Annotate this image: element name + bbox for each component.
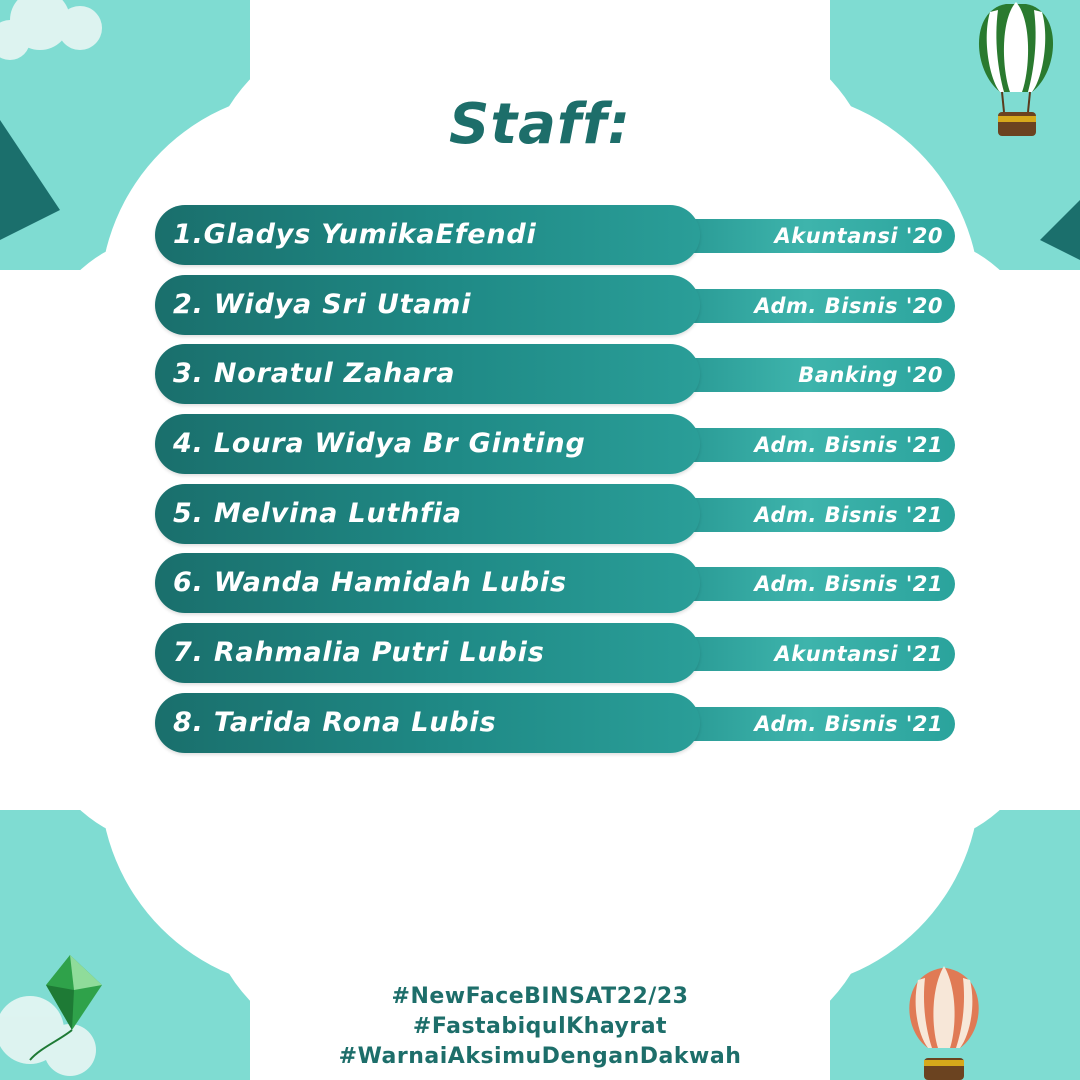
department-label: Adm. Bisnis '21 — [754, 502, 943, 527]
hashtag: #NewFaceBINSAT22/23 — [391, 984, 689, 1009]
staff-row: Akuntansi '21 7. Rahmalia Putri Lubis — [155, 623, 955, 684]
staff-name: 2. Widya Sri Utami — [173, 288, 472, 320]
name-pill: 5. Melvina Luthfia — [155, 483, 700, 544]
page-title: Staff: — [448, 92, 631, 157]
department-label: Adm. Bisnis '21 — [754, 433, 943, 458]
name-pill: 1.Gladys YumikaEfendi — [155, 205, 700, 265]
department-label: Akuntansi '21 — [774, 642, 943, 667]
name-pill: 4. Loura Widya Br Ginting — [155, 414, 700, 475]
staff-row: Adm. Bisnis '21 4. Loura Widya Br Gintin… — [155, 414, 955, 475]
staff-name: 6. Wanda Hamidah Lubis — [173, 567, 567, 599]
department-label: Akuntansi '20 — [774, 224, 943, 248]
hashtag-block: #NewFaceBINSAT22/23 #FastabiqulKhayrat #… — [0, 982, 1080, 1072]
name-pill: 2. Widya Sri Utami — [155, 274, 700, 335]
staff-name: 7. Rahmalia Putri Lubis — [173, 637, 545, 669]
staff-list: Akuntansi '20 1.Gladys YumikaEfendi Adm.… — [155, 205, 955, 763]
hashtag: #FastabiqulKhayrat — [412, 1014, 668, 1039]
staff-row: Akuntansi '20 1.Gladys YumikaEfendi — [155, 205, 955, 265]
department-label: Adm. Bisnis '21 — [754, 572, 943, 597]
hashtag: #WarnaiAksimuDenganDakwah — [338, 1044, 742, 1069]
staff-row: Adm. Bisnis '21 6. Wanda Hamidah Lubis — [155, 553, 955, 614]
department-label: Banking '20 — [798, 363, 943, 388]
department-label: Adm. Bisnis '21 — [754, 711, 943, 736]
staff-row: Adm. Bisnis '20 2. Widya Sri Utami — [155, 274, 955, 335]
name-pill: 8. Tarida Rona Lubis — [155, 692, 700, 753]
name-pill: 7. Rahmalia Putri Lubis — [155, 623, 700, 684]
staff-name: 8. Tarida Rona Lubis — [173, 706, 497, 738]
staff-row: Banking '20 3. Noratul Zahara — [155, 344, 955, 405]
name-pill: 6. Wanda Hamidah Lubis — [155, 553, 700, 614]
staff-row: Adm. Bisnis '21 5. Melvina Luthfia — [155, 483, 955, 544]
name-pill: 3. Noratul Zahara — [155, 344, 700, 405]
staff-row: Adm. Bisnis '21 8. Tarida Rona Lubis — [155, 692, 955, 753]
staff-name: 4. Loura Widya Br Ginting — [173, 428, 586, 460]
staff-name: 3. Noratul Zahara — [173, 358, 456, 390]
department-label: Adm. Bisnis '20 — [754, 293, 943, 318]
staff-name: 1.Gladys YumikaEfendi — [173, 219, 537, 250]
staff-name: 5. Melvina Luthfia — [173, 497, 462, 529]
